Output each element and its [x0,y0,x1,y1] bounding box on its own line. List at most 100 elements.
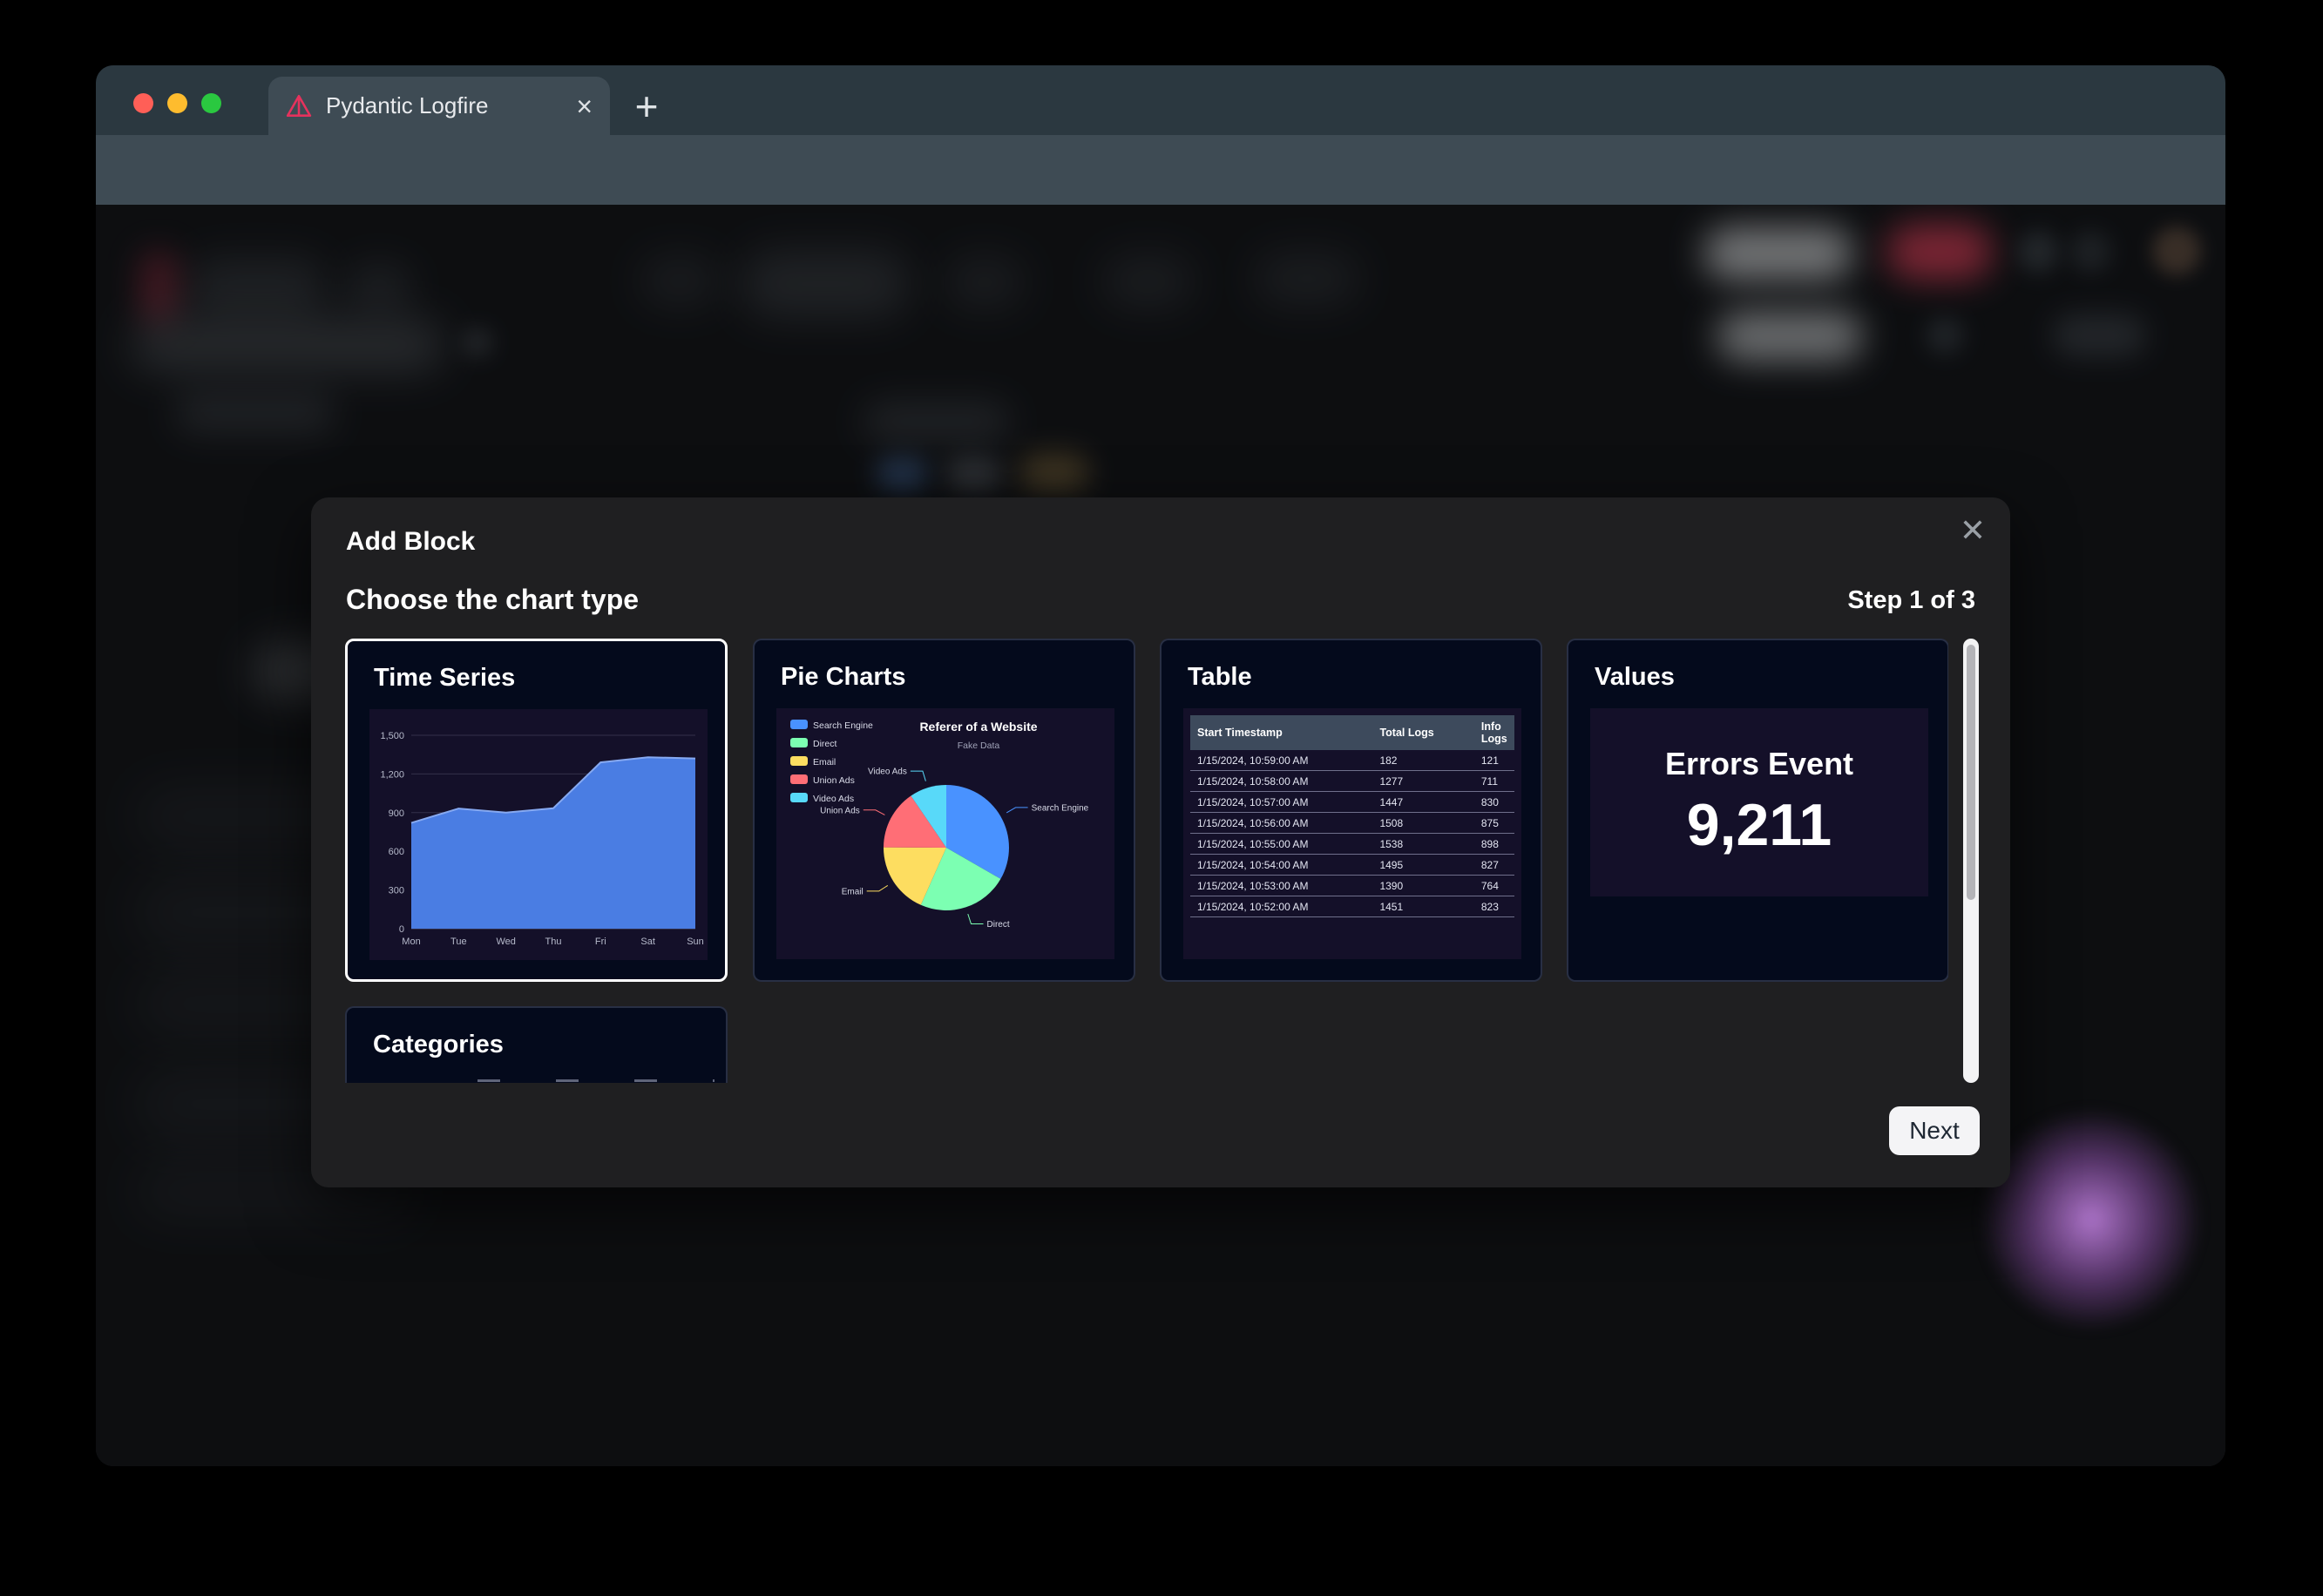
table-cell: 830 [1474,792,1514,813]
value-panel: Errors Event 9,211 [1590,708,1928,896]
card-pie-charts[interactable]: Pie Charts Search Engine Direct Email Union… [753,639,1135,982]
svg-text:Search Engine: Search Engine [813,720,873,731]
browser-toolbar: logfire.pydantic.dev/e-hosseini/ehsan/da… [96,135,2225,205]
svg-text:Referer of a Website: Referer of a Website [919,720,1037,734]
svg-text:Sun: Sun [687,937,704,947]
svg-text:1,200: 1,200 [380,769,404,780]
step-indicator: Step 1 of 3 [1847,586,1975,615]
screen: Pydantic Logfire × + [0,0,2323,1596]
blurred-purple-glow [1982,1111,2200,1329]
value-number: 9,211 [1687,791,1832,859]
window-zoom-button[interactable] [201,93,221,113]
card-title: Values [1595,663,1675,692]
logs-table-panel: Start TimestampTotal LogsInfo Logs1/15/2… [1183,708,1521,959]
new-tab-button[interactable]: + [623,83,670,130]
add-block-modal: Add Block ✕ Choose the chart type Step 1… [311,497,2010,1187]
window-close-button[interactable] [133,93,153,113]
pie-chart: Search Engine Direct Email Union Ads Video A… [776,708,1114,959]
svg-text:600: 600 [389,847,404,857]
svg-text:Thu: Thu [545,937,562,947]
table-cell: 1/15/2024, 10:53:00 AM [1190,876,1372,896]
table-cell: 827 [1474,855,1514,876]
chart-type-grid: Time Series 03006009001,2001,500MonTueWe… [345,639,1948,1083]
scrollbar-thumb[interactable] [1967,645,1975,900]
svg-text:Tue: Tue [450,937,467,947]
table-cell: 1/15/2024, 10:55:00 AM [1190,834,1372,855]
time-series-chart: 03006009001,2001,500MonTueWedThuFriSatSu… [369,709,708,960]
table-row: 1/15/2024, 10:58:00 AM1277711 [1190,771,1514,792]
svg-text:Wed: Wed [496,937,515,947]
svg-text:Fri: Fri [595,937,606,947]
svg-text:Search Engine: Search Engine [1032,803,1089,813]
table-cell: 1/15/2024, 10:57:00 AM [1190,792,1372,813]
card-title: Table [1188,663,1252,692]
table-cell: 1/15/2024, 10:58:00 AM [1190,771,1372,792]
svg-text:Mon: Mon [402,937,420,947]
svg-text:900: 900 [389,808,404,819]
value-label: Errors Event [1665,746,1853,782]
table-row: 1/15/2024, 10:59:00 AM182121 [1190,750,1514,771]
card-title: Time Series [374,664,515,693]
table-row: 1/15/2024, 10:56:00 AM1508875 [1190,813,1514,834]
table-header-cell: Info Logs [1474,715,1514,750]
card-title: Pie Charts [781,663,905,692]
modal-title: Add Block [346,527,475,557]
modal-scrollbar[interactable] [1963,639,1979,1083]
browser-window: Pydantic Logfire × + [96,65,2225,1466]
table-row: 1/15/2024, 10:54:00 AM1495827 [1190,855,1514,876]
table-cell: 764 [1474,876,1514,896]
table-cell: 1447 [1372,792,1473,813]
table-header-cell: Start Timestamp [1190,715,1372,750]
svg-text:1,500: 1,500 [380,731,404,741]
table-cell: 1/15/2024, 10:52:00 AM [1190,896,1372,917]
modal-close-icon[interactable]: ✕ [1960,515,1986,546]
next-button[interactable]: Next [1889,1106,1980,1155]
card-title: Categories [373,1031,504,1059]
svg-text:Video Ads: Video Ads [813,794,854,804]
table-cell: 1/15/2024, 10:56:00 AM [1190,813,1372,834]
svg-text:Direct: Direct [813,739,837,749]
table-header-cell: Total Logs [1372,715,1473,750]
card-values[interactable]: Values Errors Event 9,211 [1567,639,1948,982]
table-cell: 1277 [1372,771,1473,792]
svg-text:Direct: Direct [987,920,1010,930]
tab-title: Pydantic Logfire [326,92,566,119]
table-cell: 875 [1474,813,1514,834]
table-cell: 1495 [1372,855,1473,876]
table-cell: 898 [1474,834,1514,855]
svg-text:Email: Email [842,887,864,896]
table-row: 1/15/2024, 10:53:00 AM1390764 [1190,876,1514,896]
svg-text:Union Ads: Union Ads [820,806,860,815]
svg-text:0: 0 [399,924,404,935]
page-content: Add Block ✕ Choose the chart type Step 1… [96,205,2225,1466]
window-controls [133,93,221,113]
table-cell: 711 [1474,771,1514,792]
svg-text:Video Ads: Video Ads [868,768,907,777]
card-categories[interactable]: Categories [345,1006,728,1083]
card-table[interactable]: Table Start TimestampTotal LogsInfo Logs… [1160,639,1542,982]
table-cell: 1/15/2024, 10:54:00 AM [1190,855,1372,876]
logfire-logo-icon [286,93,312,119]
table-row: 1/15/2024, 10:57:00 AM1447830 [1190,792,1514,813]
svg-text:Union Ads: Union Ads [813,775,855,786]
table-cell: 1508 [1372,813,1473,834]
table-cell: 121 [1474,750,1514,771]
time-series-chart-panel: 03006009001,2001,500MonTueWedThuFriSatSu… [369,709,708,960]
table-cell: 823 [1474,896,1514,917]
categories-chart-sliver [477,1079,715,1082]
table-cell: 1/15/2024, 10:59:00 AM [1190,750,1372,771]
pie-chart-panel: Search Engine Direct Email Union Ads Video A… [776,708,1114,959]
table-cell: 1538 [1372,834,1473,855]
svg-text:Email: Email [813,757,836,768]
table-row: 1/15/2024, 10:55:00 AM1538898 [1190,834,1514,855]
tab-strip: Pydantic Logfire × + [96,65,2225,135]
tab-close-icon[interactable]: × [576,92,593,120]
table-row: 1/15/2024, 10:52:00 AM1451823 [1190,896,1514,917]
browser-tab[interactable]: Pydantic Logfire × [268,77,610,135]
window-minimize-button[interactable] [167,93,187,113]
svg-text:Fake Data: Fake Data [958,741,1000,751]
table-cell: 1451 [1372,896,1473,917]
logs-table: Start TimestampTotal LogsInfo Logs1/15/2… [1190,715,1514,917]
card-time-series[interactable]: Time Series 03006009001,2001,500MonTueWe… [345,639,728,982]
table-cell: 182 [1372,750,1473,771]
